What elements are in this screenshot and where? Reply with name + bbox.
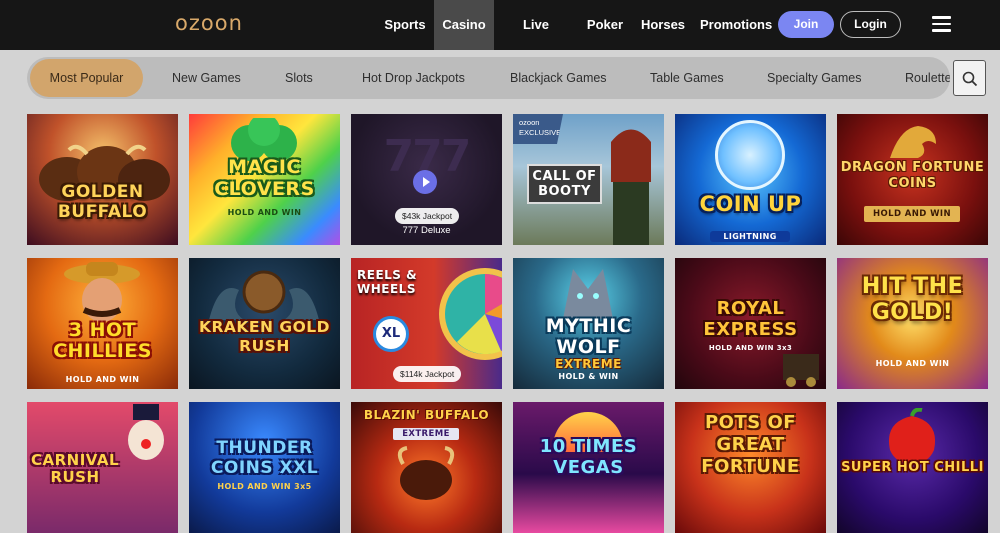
nav-poker[interactable]: Poker xyxy=(584,0,626,50)
kraken-image xyxy=(209,270,319,320)
game-title: ROYAL EXPRESS xyxy=(703,298,798,340)
game-tile-dragon-fortune-coins[interactable]: DRAGON FORTUNE COINS HOLD AND WIN xyxy=(837,114,988,245)
game-tile-777-deluxe[interactable]: 777 $43k Jackpot 777 Deluxe xyxy=(351,114,502,245)
game-tile-royal-express[interactable]: ROYAL EXPRESS HOLD AND WIN 3x3 xyxy=(675,258,826,389)
category-hot-drop-jackpots[interactable]: Hot Drop Jackpots xyxy=(362,57,465,99)
category-blackjack-games[interactable]: Blackjack Games xyxy=(510,57,607,99)
login-button[interactable]: Login xyxy=(840,11,901,38)
nav-live-casino[interactable]: Live Casino xyxy=(500,0,572,82)
game-tile-blazin-buffalo-extreme[interactable]: BLAZIN' BUFFALO EXTREME xyxy=(351,402,502,533)
game-title: 10 TIMES VEGAS xyxy=(539,436,638,478)
game-title: CARNIVAL RUSH xyxy=(31,451,120,486)
category-most-popular[interactable]: Most Popular xyxy=(30,59,143,97)
search-button[interactable] xyxy=(953,60,986,96)
game-caption: 777 Deluxe xyxy=(402,225,451,236)
join-button[interactable]: Join xyxy=(778,11,834,38)
game-subtitle: LIGHTNING xyxy=(710,231,790,242)
category-slots[interactable]: Slots xyxy=(285,57,313,99)
game-title: BLAZIN' BUFFALO xyxy=(363,408,490,422)
game-subtitle: HOLD AND WIN xyxy=(227,208,302,217)
game-subtitle: HOLD AND WIN 3x5 xyxy=(217,482,312,491)
game-tile-10-times-vegas[interactable]: 10 TIMES VEGAS xyxy=(513,402,664,533)
coin-image xyxy=(715,120,785,190)
hamburger-icon[interactable] xyxy=(932,16,951,32)
nav-casino[interactable]: Casino xyxy=(434,0,494,50)
game-title: MAGIC CLOVERS xyxy=(214,156,315,200)
game-title: DRAGON FORTUNE COINS xyxy=(840,160,985,191)
top-navigation-bar: ozoon Sports Casino Live Casino Poker Ho… xyxy=(0,0,1000,82)
ozoon-logo[interactable]: ozoon xyxy=(175,11,243,35)
nav-promotions[interactable]: Promotions xyxy=(700,0,772,50)
category-roulette[interactable]: Roulette xyxy=(905,57,950,99)
game-title: POTS OF GREAT FORTUNE xyxy=(701,412,800,477)
game-tile-kraken-gold-rush[interactable]: KRAKEN GOLD RUSH xyxy=(189,258,340,389)
game-tile-super-hot-chilli[interactable]: SUPER HOT CHILLI xyxy=(837,402,988,533)
nav-sports[interactable]: Sports xyxy=(380,0,430,50)
exclusive-badge: ozoon EXCLUSIVE xyxy=(513,114,563,144)
clown-image xyxy=(128,404,164,460)
nav-horses[interactable]: Horses xyxy=(638,0,688,50)
game-subtitle: HOLD AND WIN xyxy=(65,375,140,384)
game-subtitle: HOLD AND WIN xyxy=(875,359,950,368)
jackpot-badge: $114k Jackpot xyxy=(393,366,462,382)
game-tile-mythic-wolf[interactable]: MYTHIC WOLF EXTREME HOLD & WIN xyxy=(513,258,664,389)
chilli-pepper-image xyxy=(888,408,936,464)
game-title: GOLDEN BUFFALO xyxy=(57,182,148,222)
category-table-games[interactable]: Table Games xyxy=(650,57,724,99)
game-tile-hit-the-gold[interactable]: HIT THE GOLD! HOLD AND WIN xyxy=(837,258,988,389)
mariachi-character-image xyxy=(64,262,140,322)
game-subtitle-2: HOLD & WIN xyxy=(558,372,619,381)
game-title: THUNDER COINS XXL xyxy=(210,438,319,478)
game-tile-3-hot-chillies[interactable]: 3 HOT CHILLIES HOLD AND WIN xyxy=(27,258,178,389)
game-title: COIN UP xyxy=(699,192,802,216)
dragon-image xyxy=(890,126,936,158)
game-title: KRAKEN GOLD RUSH xyxy=(198,318,331,355)
game-tile-magic-clovers[interactable]: MAGIC CLOVERS HOLD AND WIN xyxy=(189,114,340,245)
game-title: CALL OF BOOTY xyxy=(527,164,602,204)
game-title: REELS & WHEELS xyxy=(357,268,418,296)
buffalo-image xyxy=(397,446,455,500)
game-tile-call-of-booty[interactable]: ozoon EXCLUSIVE CALL OF BOOTY xyxy=(513,114,664,245)
prize-wheel-image xyxy=(439,268,502,360)
play-icon[interactable] xyxy=(413,170,437,194)
game-tile-carnival-rush[interactable]: CARNIVAL RUSH xyxy=(27,402,178,533)
game-title: 3 HOT CHILLIES xyxy=(53,319,152,362)
game-subtitle: EXTREME xyxy=(393,428,459,440)
category-bar: Most Popular New Games Slots Hot Drop Ja… xyxy=(27,57,950,99)
game-tile-reels-and-wheels[interactable]: REELS & WHEELS XL $114k Jackpot xyxy=(351,258,502,389)
game-title: MYTHIC WOLF xyxy=(545,315,632,358)
pirate-character-image xyxy=(611,129,651,245)
category-new-games[interactable]: New Games xyxy=(172,57,241,99)
game-subtitle: EXTREME xyxy=(555,357,622,371)
game-subtitle: HOLD AND WIN xyxy=(864,206,960,222)
game-tile-golden-buffalo[interactable]: GOLDEN BUFFALO xyxy=(27,114,178,245)
train-image xyxy=(783,354,819,387)
game-title: SUPER HOT CHILLI xyxy=(841,460,984,475)
game-title: HIT THE GOLD! xyxy=(861,274,964,325)
search-icon xyxy=(962,71,978,87)
xl-badge: XL xyxy=(373,316,409,352)
game-tile-thunder-coins-xxl[interactable]: THUNDER COINS XXL HOLD AND WIN 3x5 xyxy=(189,402,340,533)
game-tile-pots-of-great-fortune[interactable]: POTS OF GREAT FORTUNE xyxy=(675,402,826,533)
jackpot-badge: $43k Jackpot xyxy=(395,208,460,224)
category-specialty-games[interactable]: Specialty Games xyxy=(767,57,861,99)
game-tile-coin-up[interactable]: COIN UP LIGHTNING xyxy=(675,114,826,245)
